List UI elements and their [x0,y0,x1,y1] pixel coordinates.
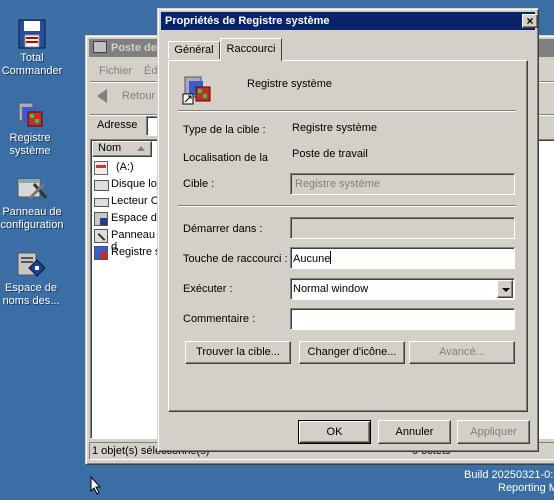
explorer-title: Poste de [111,42,157,54]
chevron-down-icon [502,288,510,292]
ok-button[interactable]: OK [298,420,371,444]
reporting-text: Reporting M [498,482,554,494]
separator-middle [178,205,516,207]
list-item[interactable]: (A:) [94,160,164,176]
change-icon-button[interactable]: Changer d'icône... [299,341,405,364]
start-in-field[interactable] [290,217,515,239]
shortcut-name: Registre système [247,78,332,90]
cd-drive-icon [94,198,109,207]
tab-general[interactable]: Général [168,41,220,59]
text-caret [330,251,332,264]
dialog-titlebar[interactable]: Propriétés de Registre système [161,12,535,30]
disk-icon [94,180,109,191]
control-panel-icon [16,172,48,204]
desktop-icon-label: Panneau de configuration [0,206,64,231]
type-value: Registre système [292,122,377,134]
advanced-button[interactable]: Avancé... [409,341,515,364]
find-target-button[interactable]: Trouver la cible... [185,341,291,364]
hotkey-label: Touche de raccourci : [183,253,288,265]
list-item[interactable]: Registre s [94,245,164,261]
apply-button[interactable]: Appliquer [457,420,530,444]
column-header-name[interactable]: Nom [92,141,152,157]
desktop-icon-control-panel[interactable]: Panneau de configuration [0,172,69,232]
cancel-button[interactable]: Annuler [378,420,451,444]
menu-edition[interactable]: Éd [144,65,157,77]
back-label: Retour [122,90,156,102]
registry-icon [14,98,46,130]
comment-field[interactable] [290,308,515,330]
dialog-title: Propriétés de Registre système [165,15,330,27]
target-label: Cible : [183,178,215,190]
computer-icon [93,41,107,53]
hotkey-field[interactable]: Aucune [290,247,515,269]
run-select[interactable]: Normal window [290,278,515,300]
back-button[interactable]: Retour [96,87,166,107]
dropdown-button[interactable] [497,280,513,298]
properties-dialog[interactable]: Propriétés de Registre système × Général… [157,8,539,452]
separator-top [178,110,516,112]
build-text: Build 20250321-0: [464,469,554,481]
desktop-icon-registry[interactable]: Registre système [0,98,67,158]
desktop-icon-namespace[interactable]: Espace de noms des... [0,248,68,308]
desktop-icon-total-commander[interactable]: Total Commander [0,18,69,78]
comment-label: Commentaire : [183,313,256,325]
list-item[interactable]: Lecteur Cl [94,194,164,210]
list-item[interactable]: Disque loc [94,177,164,193]
menu-fichier[interactable]: Fichier [99,65,132,77]
control-panel-small-icon [94,229,108,243]
desktop-icon-label: Espace de noms des... [2,282,60,307]
desktop-icon-label: Total Commander [1,52,63,77]
mouse-cursor-icon [90,475,102,496]
floppy-icon [16,18,48,50]
target-field[interactable]: Registre système [290,173,515,195]
floppy-drive-icon [94,161,108,175]
start-in-label: Démarrer dans : [183,223,263,235]
desktop-icon-label: Registre système [9,132,51,157]
type-label: Type de la cible : [183,124,266,136]
close-button[interactable]: × [522,14,538,28]
close-icon: × [526,14,534,28]
location-value: Poste de travail [292,148,368,160]
tab-raccourci[interactable]: Raccourci [220,38,282,61]
shortcut-registry-icon [181,73,213,105]
back-arrow-icon [97,89,107,103]
namespace-icon [15,248,47,280]
registry-small-icon [94,246,108,260]
address-label: Adresse [97,119,138,131]
location-label: Localisation de la [183,152,269,164]
namespace-small-icon [94,212,108,226]
list-item[interactable]: Espace de [94,211,164,227]
list-item[interactable]: Panneau d [94,228,164,253]
sort-arrow-icon [137,146,145,151]
run-label: Exécuter : [183,283,233,295]
